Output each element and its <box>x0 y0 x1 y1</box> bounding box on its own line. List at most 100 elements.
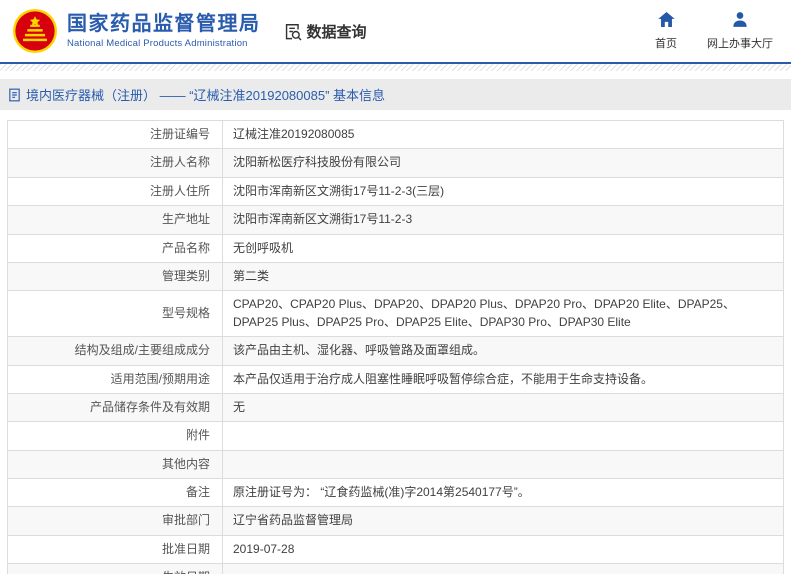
table-row: 备注 原注册证号为： “辽食药监械(准)字2014第2540177号”。 <box>7 478 784 508</box>
main-content: 注册证编号 辽械注准20192080085 注册人名称 沈阳新松医疗科技股份有限公司注… <box>0 110 791 574</box>
brand-text: 国家药品监督管理局 National Medical Products Admi… <box>67 13 261 49</box>
row-label: 生效日期 <box>162 569 210 574</box>
nav-service-hall-label: 网上办事大厅 <box>707 37 773 50</box>
row-value-cell: 辽宁省药品监督管理局 <box>222 506 784 536</box>
row-value: 原注册证号为： “辽食药监械(准)字2014第2540177号”。 <box>233 485 530 500</box>
row-value: 沈阳新松医疗科技股份有限公司 <box>233 155 402 170</box>
row-label-cell: 注册人住所 <box>7 176 223 207</box>
row-value: 沈阳市浑南新区文溯街17号11-2-3(三层) <box>233 183 445 198</box>
data-query-label: 数据查询 <box>306 23 367 41</box>
row-label: 产品储存条件及有效期 <box>89 399 210 414</box>
row-label: 审批部门 <box>161 513 210 528</box>
site-subtitle: National Medical Products Administration <box>67 38 248 49</box>
table-row: 批准日期 2019-07-28 <box>7 534 784 565</box>
table-row: 注册人住所 沈阳市浑南新区文溯街17号11-2-3(三层) <box>7 176 784 207</box>
row-value-cell <box>222 449 784 480</box>
nav-home-label: 首页 <box>655 37 677 50</box>
nav-service-hall[interactable]: 网上办事大厅 <box>707 11 773 51</box>
row-value-cell: 沈阳新松医疗科技股份有限公司 <box>222 148 784 178</box>
nav-home[interactable]: 首页 <box>655 11 677 51</box>
site-title: 国家药品监督管理局 <box>67 13 261 35</box>
table-row: 产品名称 无创呼吸机 <box>7 233 784 263</box>
hatch-band <box>0 64 791 71</box>
row-label: 注册证编号 <box>149 127 210 141</box>
national-emblem-logo <box>12 8 58 54</box>
row-label-cell: 批准日期 <box>7 534 223 565</box>
row-value-cell: 无创呼吸机 <box>222 233 784 263</box>
row-label: 管理类别 <box>161 268 210 283</box>
table-row: 注册人名称 沈阳新松医疗科技股份有限公司 <box>7 148 784 178</box>
row-value: 辽械注准20192080085 <box>233 127 355 141</box>
row-label: 产品名称 <box>161 240 210 255</box>
row-value: CPAP20、CPAP20 Plus、DPAP20、DPAP20 Plus、DP… <box>233 297 735 329</box>
table-row: 生效日期 <box>7 563 784 574</box>
row-label-cell: 结构及组成/主要组成成分 <box>7 336 223 366</box>
row-value: 第二类 <box>233 268 270 283</box>
row-label-cell: 其他内容 <box>7 449 223 480</box>
row-label-cell: 产品名称 <box>7 233 223 263</box>
header-nav: 首页 网上办事大厅 <box>655 11 777 51</box>
row-label: 注册人名称 <box>149 155 210 170</box>
row-value: 无创呼吸机 <box>233 240 294 255</box>
row-label: 适用范围/预期用途 <box>110 371 210 386</box>
row-value-cell: 该产品由主机、湿化器、呼吸管路及面罩组成。 <box>222 336 784 366</box>
table-row: 产品储存条件及有效期 无 <box>7 392 784 423</box>
row-value: 2019-07-28 <box>233 541 295 556</box>
table-row: 其他内容 <box>7 449 784 480</box>
row-label-cell: 型号规格 <box>7 290 223 338</box>
row-value-cell: 沈阳市浑南新区文溯街17号11-2-3(三层) <box>222 176 784 207</box>
breadcrumb: 境内医疗器械（注册） —— “辽械注准20192080085” 基本信息 <box>0 79 791 110</box>
row-label: 备注 <box>185 485 210 500</box>
row-label: 其他内容 <box>161 456 210 471</box>
row-label-cell: 注册人名称 <box>7 148 223 178</box>
row-value-cell: CPAP20、CPAP20 Plus、DPAP20、DPAP20 Plus、DP… <box>222 290 784 338</box>
breadcrumb-text: 境内医疗器械（注册） —— “辽械注准20192080085” 基本信息 <box>26 88 386 103</box>
row-value-cell: 第二类 <box>222 261 784 292</box>
row-label-cell: 生产地址 <box>7 205 223 235</box>
row-label-cell: 产品储存条件及有效期 <box>7 392 223 423</box>
header: 国家药品监督管理局 National Medical Products Admi… <box>0 0 791 62</box>
row-value-cell: 沈阳市浑南新区文溯街17号11-2-3 <box>222 205 784 235</box>
row-label-cell: 适用范围/预期用途 <box>7 364 223 394</box>
row-value: 无 <box>233 399 246 414</box>
row-value-cell: 无 <box>222 392 784 423</box>
table-row: 附件 <box>7 421 784 451</box>
table-row: 审批部门 辽宁省药品监督管理局 <box>7 506 784 536</box>
home-icon <box>657 11 675 32</box>
row-label: 附件 <box>185 428 210 443</box>
brand: 国家药品监督管理局 National Medical Products Admi… <box>12 8 261 54</box>
row-label: 注册人住所 <box>149 183 210 198</box>
row-value-cell: 辽械注准20192080085 <box>222 119 784 150</box>
row-label: 型号规格 <box>161 306 210 321</box>
table-row: 管理类别 第二类 <box>7 261 784 292</box>
row-value: 该产品由主机、湿化器、呼吸管路及面罩组成。 <box>233 343 486 358</box>
table-row: 型号规格 CPAP20、CPAP20 Plus、DPAP20、DPAP20 Plu… <box>7 290 784 338</box>
row-label-cell: 附件 <box>7 421 223 451</box>
row-value: 沈阳市浑南新区文溯街17号11-2-3 <box>233 212 413 227</box>
row-value: 辽宁省药品监督管理局 <box>233 513 354 528</box>
table-row: 注册证编号 辽械注准20192080085 <box>7 119 784 150</box>
info-table: 注册证编号 辽械注准20192080085 注册人名称 沈阳新松医疗科技股份有限公司注… <box>7 119 784 574</box>
table-row: 结构及组成/主要组成成分 该产品由主机、湿化器、呼吸管路及面罩组成。 <box>7 336 784 366</box>
row-value-cell <box>222 563 784 574</box>
row-label-cell: 备注 <box>7 478 223 508</box>
row-label: 批准日期 <box>161 541 210 556</box>
data-query-icon <box>283 22 302 41</box>
row-label: 生产地址 <box>161 212 210 227</box>
row-label-cell: 审批部门 <box>7 506 223 536</box>
user-icon <box>732 11 748 32</box>
row-value-cell: 2019-07-28 <box>222 534 784 565</box>
row-value-cell: 本产品仅适用于治疗成人阻塞性睡眠呼吸暂停综合症，不能用于生命支持设备。 <box>222 364 784 394</box>
row-value: 本产品仅适用于治疗成人阻塞性睡眠呼吸暂停综合症，不能用于生命支持设备。 <box>233 371 654 386</box>
row-label-cell: 生效日期 <box>7 563 223 574</box>
row-value-cell <box>222 421 784 451</box>
document-icon <box>8 88 21 102</box>
data-query-nav[interactable]: 数据查询 <box>283 21 367 42</box>
table-row: 生产地址 沈阳市浑南新区文溯街17号11-2-3 <box>7 205 784 235</box>
row-label-cell: 注册证编号 <box>7 119 223 150</box>
row-label-cell: 管理类别 <box>7 261 223 292</box>
row-value-cell: 原注册证号为： “辽食药监械(准)字2014第2540177号”。 <box>222 478 784 508</box>
info-table-body: 注册证编号 辽械注准20192080085 注册人名称 沈阳新松医疗科技股份有限公司注… <box>7 119 784 574</box>
table-row: 适用范围/预期用途 本产品仅适用于治疗成人阻塞性睡眠呼吸暂停综合症，不能用于生命支… <box>7 364 784 394</box>
row-label: 结构及组成/主要组成成分 <box>74 343 210 358</box>
